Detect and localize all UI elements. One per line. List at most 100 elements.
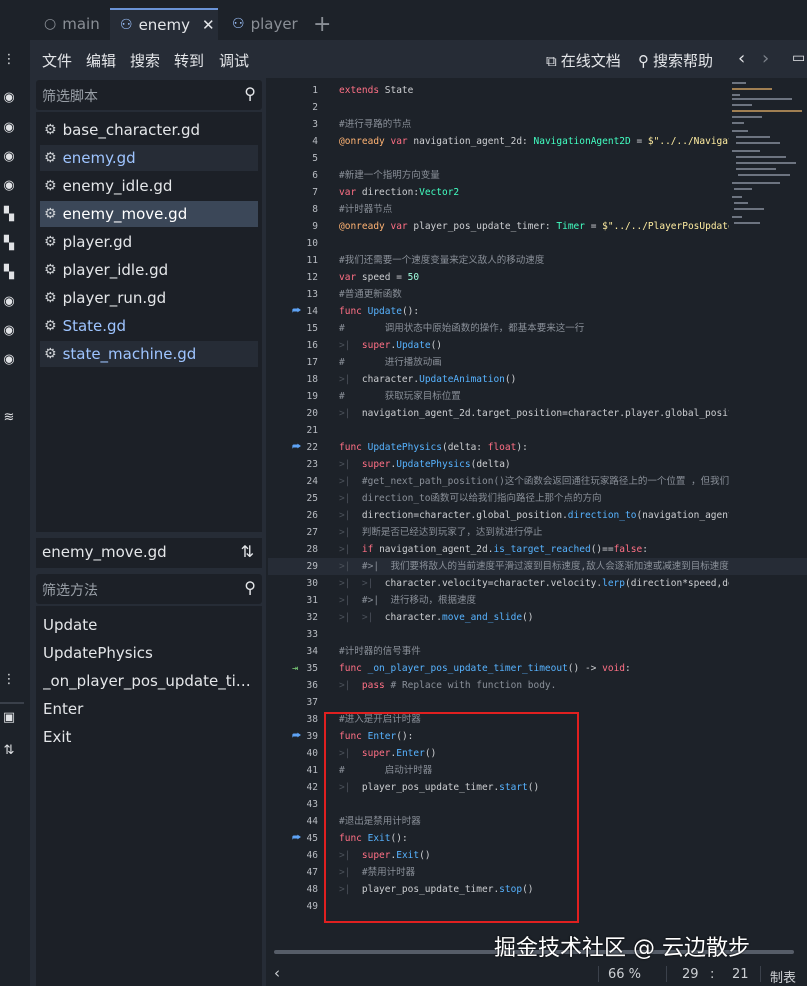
script-name: enemy.gd [62, 149, 136, 167]
gear-icon: ⚙ [44, 150, 57, 166]
menu-edit[interactable]: 编辑 [86, 50, 116, 71]
code-line: 8 #计时器节点 [312, 204, 393, 215]
tab-player[interactable]: ⚇ player [232, 8, 298, 40]
script-filter-input[interactable]: 筛选脚本 ⚲ [36, 80, 262, 110]
gear-icon: ⚙ [44, 178, 57, 194]
gear-icon: ⚙ [44, 122, 57, 138]
menu-search[interactable]: 搜索 [130, 50, 160, 71]
method-list: Update UpdatePhysics _on_player_pos_upda… [36, 606, 262, 986]
panel-icon[interactable]: ▭ [792, 50, 805, 66]
menu-dots-icon[interactable]: ⋮ [1, 672, 17, 687]
method-filter-placeholder: 筛选方法 [42, 583, 98, 599]
code-line: 1 extends State [312, 85, 414, 96]
code-line: 16 >| super.Update() [306, 340, 443, 351]
divider [666, 966, 667, 982]
cursor-line: 29 [682, 967, 699, 982]
back-arrow-icon[interactable]: ‹ [738, 48, 745, 69]
script-item[interactable]: ⚙ enemy.gd [40, 145, 258, 171]
divider [760, 966, 761, 982]
script-icon[interactable]: ▚ [1, 207, 17, 222]
menu-file[interactable]: 文件 [42, 50, 72, 71]
script-item[interactable]: ⚙ enemy_idle.gd [40, 173, 258, 199]
current-script-name: enemy_move.gd [42, 543, 167, 561]
script-icon[interactable]: ▚ [1, 265, 17, 280]
signal-icon[interactable]: ≋ [1, 410, 17, 425]
menu-debug[interactable]: 调试 [219, 50, 249, 71]
visibility-icon[interactable]: ◉ [1, 149, 17, 164]
code-line-current: 29 >| #>| 我们要将敌人的当前速度平滑过渡到目标速度,敌人会逐渐加速或减速… [268, 558, 807, 575]
script-item[interactable]: ⚙ player.gd [40, 229, 258, 255]
code-line: 34 #计时器的信号事件 [306, 646, 421, 657]
code-line: 33 [306, 629, 318, 640]
search-help-button[interactable]: ⚲ 搜索帮助 [638, 50, 713, 71]
menu-dots-icon[interactable]: ⋮ [1, 52, 17, 67]
code-line: 26 >| direction=character.global_position… [306, 510, 729, 521]
code-line: 15 # 调用状态中原始函数的操作，都基本要来这一行 [306, 323, 585, 334]
collapse-arrow-icon[interactable]: ‹ [274, 964, 280, 982]
add-tab-button[interactable]: + [313, 8, 331, 40]
current-script-bar: enemy_move.gd ⇅ [36, 538, 262, 568]
script-menu-bar: 文件 编辑 搜索 转到 调试 ⧉ 在线文档 ⚲ 搜索帮助 ‹ › ▭ [30, 40, 807, 78]
code-line: 27 >| 判断是否已经达到玩家了，达到就进行停止 [306, 527, 543, 538]
code-line: 36 >| pass # Replace with function body. [306, 680, 557, 691]
code-line: ⮫ 22 func UpdatePhysics(delta: float): [268, 439, 807, 456]
scene-tree-strip: ⋮ ◉ ◉ ◉ ◉ ▚ ▚ ▚ ◉ ◉ ◉ ≋ ⋮ ▣ ⇅ [0, 40, 26, 986]
script-filter-placeholder: 筛选脚本 [42, 89, 98, 105]
method-item[interactable]: _on_player_pos_update_timer_timeout [43, 672, 258, 690]
script-name: state_machine.gd [62, 345, 197, 363]
scene-icon: ⚇ [232, 16, 245, 32]
script-name: State.gd [62, 317, 127, 335]
visibility-icon[interactable]: ◉ [1, 352, 17, 367]
code-line: 19 # 获取玩家目标位置 [306, 391, 461, 402]
external-link-icon: ⧉ [546, 51, 557, 70]
tab-player-label: player [250, 15, 298, 33]
visibility-icon[interactable]: ◉ [1, 90, 17, 105]
gear-icon: ⚙ [44, 262, 57, 278]
highlight-box [324, 712, 579, 923]
script-item[interactable]: ⚙ player_idle.gd [40, 257, 258, 283]
script-icon[interactable]: ▚ [1, 236, 17, 251]
script-list: ⚙ base_character.gd ⚙ enemy.gd ⚙ enemy_i… [36, 112, 262, 532]
code-line: ⇥ 35 func _on_player_pos_update_timer_time… [268, 660, 807, 677]
visibility-icon[interactable]: ◉ [1, 323, 17, 338]
visibility-icon[interactable]: ◉ [1, 294, 17, 309]
gear-icon: ⚙ [44, 318, 57, 334]
forward-arrow-icon[interactable]: › [762, 48, 769, 69]
script-item[interactable]: ⚙ base_character.gd [40, 117, 258, 143]
close-icon[interactable]: ✕ [202, 16, 215, 34]
divider [0, 702, 24, 704]
script-item[interactable]: ⚙ player_run.gd [40, 285, 258, 311]
script-item[interactable]: ⚙ State.gd [40, 313, 258, 339]
tab-enemy[interactable]: ⚇ enemy ✕ [110, 8, 218, 40]
code-line: 3 #进行寻路的节点 [312, 119, 412, 130]
sort-icon[interactable]: ⇅ [1, 743, 17, 758]
zoom-level[interactable]: 66 % [608, 967, 641, 982]
code-line: 7 var direction:Vector2 [312, 187, 460, 198]
code-line: 25 >| direction_to函数可以给我们指向路径上那个点的方向 [306, 493, 602, 504]
script-name: player_run.gd [62, 289, 167, 307]
visibility-icon[interactable]: ◉ [1, 178, 17, 193]
sort-icon[interactable]: ⇅ [241, 542, 254, 561]
online-docs-button[interactable]: ⧉ 在线文档 [546, 50, 621, 71]
method-item[interactable]: UpdatePhysics [43, 644, 258, 662]
search-help-label: 搜索帮助 [653, 52, 714, 70]
circle-icon: ○ [44, 16, 57, 32]
method-filter-input[interactable]: 筛选方法 ⚲ [36, 574, 262, 604]
script-item[interactable]: ⚙ enemy_move.gd [40, 201, 258, 227]
code-line: 24 >| #get_next_path_position()这个函数会返回通往玩… [306, 476, 729, 487]
code-minimap[interactable] [730, 80, 807, 230]
script-item[interactable]: ⚙ state_machine.gd [40, 341, 258, 367]
method-item[interactable]: Exit [43, 728, 258, 746]
method-item[interactable]: Enter [43, 700, 258, 718]
gear-icon: ⚙ [44, 290, 57, 306]
visibility-icon[interactable]: ◉ [1, 120, 17, 135]
tab-main[interactable]: ○ main [44, 8, 100, 40]
menu-goto[interactable]: 转到 [174, 50, 204, 71]
gear-icon: ⚙ [44, 234, 57, 250]
code-line: 5 [312, 153, 318, 164]
watermark: 掘金技术社区 @ 云边散步 [494, 936, 750, 961]
method-item[interactable]: Update [43, 616, 258, 634]
indent-mode[interactable]: 制表符 [770, 967, 807, 986]
scene-tab-bar: ○ main ⚇ enemy ✕ ⚇ player + [0, 0, 807, 40]
window-icon[interactable]: ▣ [1, 710, 17, 725]
